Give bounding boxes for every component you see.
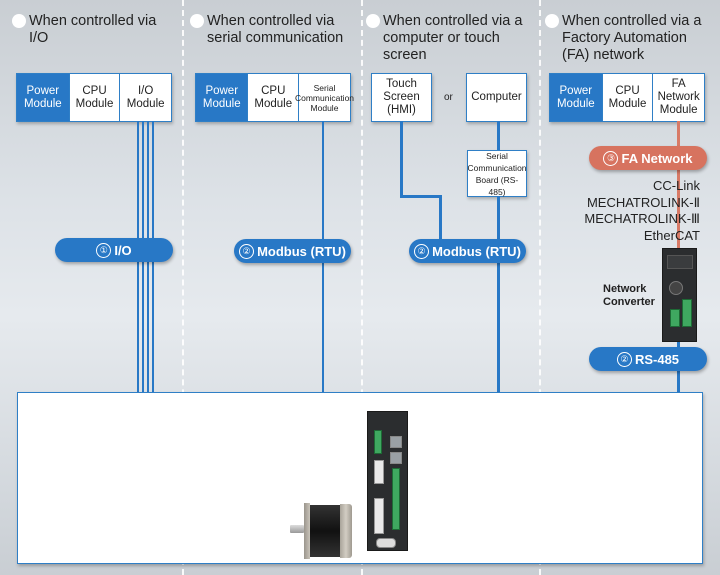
title-text: When controlled via a Factory Automation… xyxy=(562,13,702,63)
number-badge: ② xyxy=(414,243,430,259)
network-item: MECHATROLINK-Ⅱ xyxy=(586,194,700,210)
connection-text: FA Network xyxy=(621,150,693,166)
bullet-icon xyxy=(190,14,204,28)
terminal-block xyxy=(682,299,692,327)
or-label: or xyxy=(444,92,453,103)
io-module: I/O Module xyxy=(119,74,171,121)
terminal-block xyxy=(374,430,382,454)
bullet-icon xyxy=(545,14,559,28)
led-panel xyxy=(667,255,693,269)
title-text: When controlled via a computer or touch … xyxy=(383,13,523,63)
connection-label-modbus: ② Modbus (RTU) xyxy=(234,239,351,263)
network-item: EtherCAT xyxy=(643,227,700,243)
ethernet-port xyxy=(390,436,402,448)
network-item: CC-Link xyxy=(653,178,700,193)
hmi-wire xyxy=(439,195,442,240)
stepping-motor xyxy=(290,503,352,559)
computer-wire xyxy=(497,121,500,150)
connection-text: I/O xyxy=(114,242,132,258)
number-badge: ② xyxy=(239,243,255,259)
column-title-computer: When controlled via a computer or touch … xyxy=(366,13,533,64)
hmi-wire xyxy=(400,121,403,197)
bullet-icon xyxy=(366,14,380,28)
connection-text: Modbus (RTU) xyxy=(432,243,521,259)
connection-text: Modbus (RTU) xyxy=(257,243,346,259)
product-panel xyxy=(17,392,703,564)
touch-screen-hmi: Touch Screen (HMI) xyxy=(371,73,432,122)
cpu-module: CPU Module xyxy=(68,74,120,121)
connector xyxy=(374,460,384,484)
connector xyxy=(374,498,384,534)
terminal-block xyxy=(670,309,680,327)
title-text: When controlled via I/O xyxy=(29,13,157,46)
motor-body xyxy=(310,505,340,557)
dial xyxy=(669,281,683,295)
cpu-module: CPU Module xyxy=(601,74,653,121)
connection-label-fa-network: ③ FA Network xyxy=(589,146,707,170)
number-badge: ① xyxy=(96,242,112,258)
bullet-icon xyxy=(12,14,26,28)
fa-network-module: FA Network Module xyxy=(652,74,704,121)
column-title-fa-network: When controlled via a Factory Automation… xyxy=(545,13,718,64)
rs485-board-wire xyxy=(497,196,500,392)
plc-module-row-fa: Power Module CPU Module FA Network Modul… xyxy=(549,73,705,122)
column-title-serial: When controlled via serial communication xyxy=(190,13,357,47)
network-item: MECHATROLINK-Ⅲ xyxy=(584,211,700,226)
connection-label-modbus-computer: ② Modbus (RTU) xyxy=(409,239,526,263)
motor-endcap xyxy=(340,504,352,558)
serial-communication-board: Serial Communication Board (RS-485) xyxy=(467,150,527,197)
motor-shaft xyxy=(290,525,304,533)
number-badge: ③ xyxy=(603,150,619,166)
number-badge: ② xyxy=(616,351,632,367)
computer: Computer xyxy=(466,73,527,122)
cpu-module: CPU Module xyxy=(247,74,298,121)
converter-text: Network Converter xyxy=(603,283,655,308)
power-module: Power Module xyxy=(17,74,69,121)
network-converter-device xyxy=(662,248,697,342)
mount-plate xyxy=(376,538,396,548)
fa-network-list: CC-Link MECHATROLINK-Ⅱ MECHATROLINK-Ⅲ Et… xyxy=(584,178,700,244)
connection-label-rs485: ② RS-485 xyxy=(589,347,707,371)
power-module: Power Module xyxy=(550,74,602,121)
serial-communication-module: Serial Communication Module xyxy=(295,74,354,121)
hmi-wire xyxy=(400,195,442,198)
power-module: Power Module xyxy=(196,74,248,121)
network-converter-label: Network Converter xyxy=(603,283,665,309)
ethernet-port xyxy=(390,452,402,464)
connection-text: RS-485 xyxy=(634,351,680,367)
column-title-io: When controlled via I/O xyxy=(12,13,179,47)
terminal-block xyxy=(392,468,400,530)
plc-module-row-serial: Power Module CPU Module Serial Communica… xyxy=(195,73,354,122)
motor-driver xyxy=(367,411,408,551)
title-text: When controlled via serial communication xyxy=(207,13,344,46)
connection-label-io: ① I/O xyxy=(55,238,173,262)
plc-module-row-io: Power Module CPU Module I/O Module xyxy=(16,73,172,122)
